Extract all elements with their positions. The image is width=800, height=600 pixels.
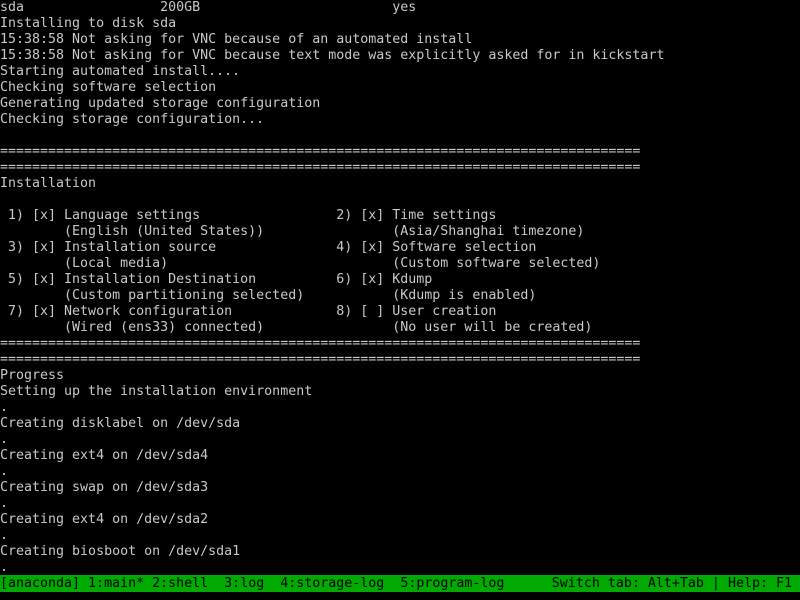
spoke-row: 7) [x] Network configuration 8) [ ] User… <box>0 304 497 319</box>
terminal-line: Generating updated storage configuration <box>0 96 321 111</box>
screen-bottom-margin <box>0 592 800 600</box>
progress-line: Creating swap on /dev/sda3 <box>0 480 209 495</box>
spoke-status-row: (Local media) (Custom software selected) <box>0 256 601 271</box>
terminal-line: Checking software selection <box>0 80 217 95</box>
progress-line: Creating ext4 on /dev/sda2 <box>0 512 209 527</box>
progress-line: . <box>0 464 9 479</box>
separator-line: ========================================… <box>0 352 641 367</box>
spoke-row: 5) [x] Installation Destination 6) [x] K… <box>0 272 433 287</box>
terminal-line: Installing to disk sda <box>0 16 177 31</box>
progress-line: . <box>0 400 9 415</box>
spoke-row: 3) [x] Installation source 4) [x] Softwa… <box>0 240 537 255</box>
switch-tab-hint: Switch tab: Alt+Tab <box>551 576 704 591</box>
tab-shell[interactable]: 2:shell <box>144 576 216 591</box>
tab-main[interactable]: [anaconda] 1:main* <box>0 576 144 591</box>
progress-line: Creating disklabel on /dev/sda <box>0 416 241 431</box>
terminal-line: Checking storage configuration... <box>0 112 265 127</box>
progress-line: Setting up the installation environment <box>0 384 313 399</box>
tab-storage-log[interactable]: 4:storage-log <box>272 576 392 591</box>
separator-line: ========================================… <box>0 336 641 351</box>
progress-line: . <box>0 432 9 447</box>
tab-log[interactable]: 3:log <box>216 576 272 591</box>
status-separator: | <box>711 576 720 591</box>
terminal-line: 15:38:58 Not asking for VNC because of a… <box>0 32 473 47</box>
spoke-status-row: (Wired (ens33) connected) (No user will … <box>0 320 593 335</box>
section-title-progress: Progress <box>0 368 65 383</box>
separator-line: ========================================… <box>0 144 641 159</box>
progress-line: Creating biosboot on /dev/sda1 <box>0 544 241 559</box>
terminal-line: 15:38:58 Not asking for VNC because text… <box>0 48 665 63</box>
terminal-line: sda 200GB yes <box>0 0 417 15</box>
progress-line: Creating ext4 on /dev/sda4 <box>0 448 209 463</box>
progress-line: . <box>0 560 9 575</box>
separator-line: ========================================… <box>0 160 641 175</box>
status-hints: Switch tab: Alt+Tab | Help: F1 <box>552 575 792 592</box>
tmux-status-bar: [anaconda] 1:main* 2:shell 3:log 4:stora… <box>0 575 800 592</box>
spoke-status-row: (Custom partitioning selected) (Kdump is… <box>0 288 537 303</box>
progress-line: . <box>0 528 9 543</box>
tab-program-log[interactable]: 5:program-log <box>392 576 504 591</box>
terminal-output: sda 200GB yes Installing to disk sda 15:… <box>0 0 800 576</box>
section-title-installation: Installation <box>0 176 97 191</box>
terminal-line: Starting automated install.... <box>0 64 241 79</box>
spoke-status-row: (English (United States)) (Asia/Shanghai… <box>0 224 585 239</box>
progress-line: . <box>0 496 9 511</box>
spoke-row: 1) [x] Language settings 2) [x] Time set… <box>0 208 497 223</box>
help-hint: Help: F1 <box>727 576 792 591</box>
